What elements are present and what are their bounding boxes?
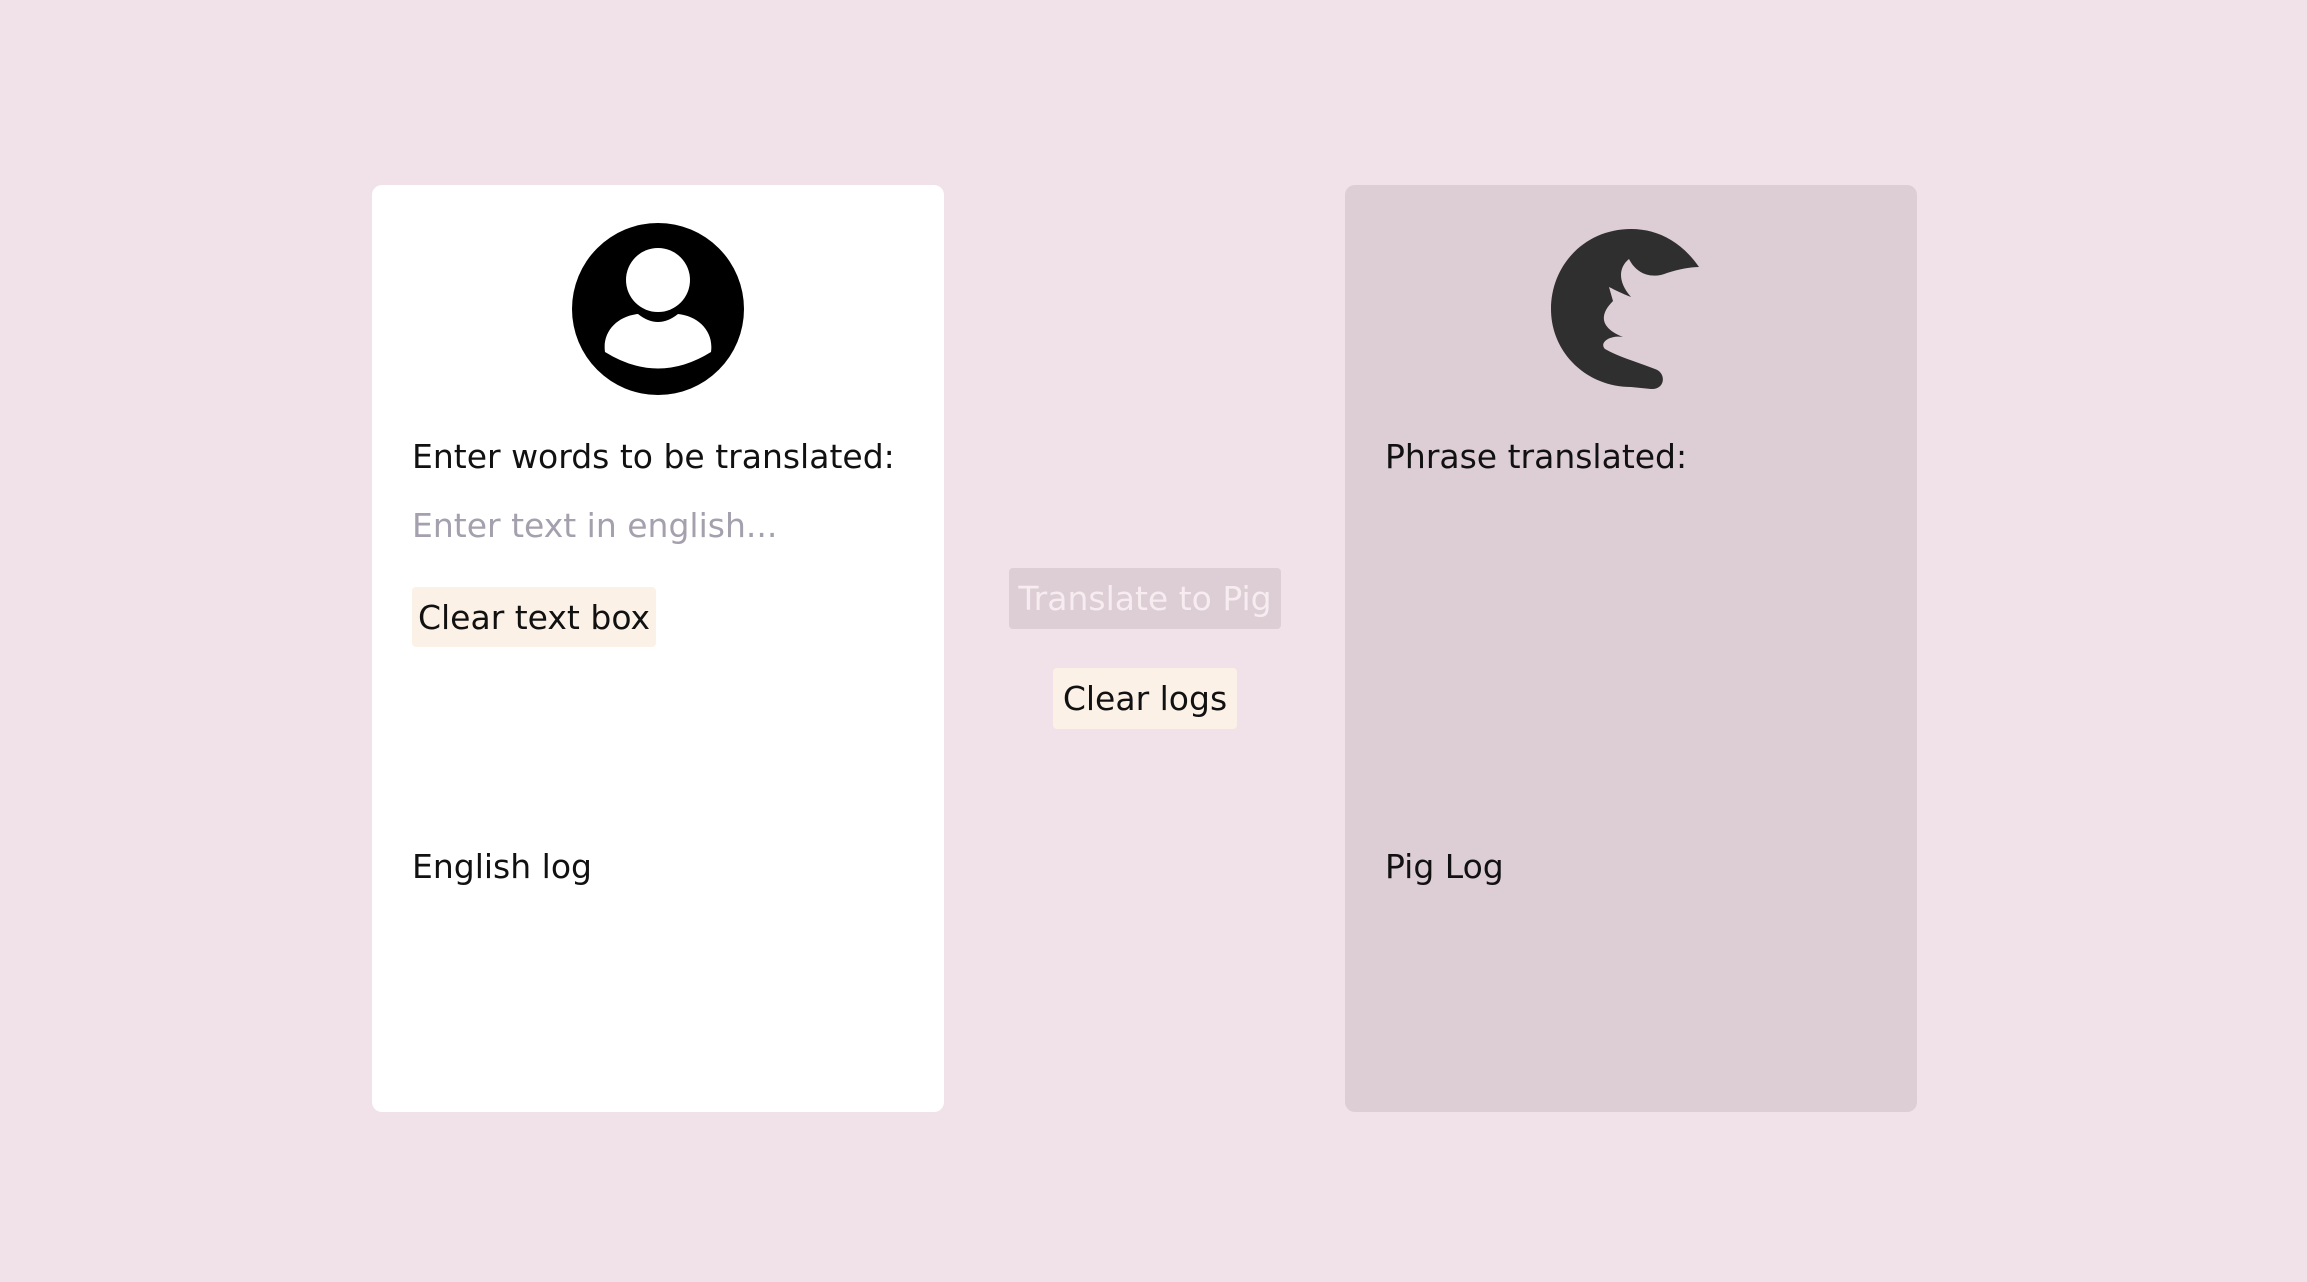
user-avatar-icon [572,223,744,395]
english-panel: Enter words to be translated: Clear text… [372,185,944,1112]
english-text-input[interactable] [412,501,902,549]
pig-head-icon [1545,223,1717,395]
pig-log-label: Pig Log [1385,847,1504,886]
phrase-translated-label: Phrase translated: [1385,437,1688,476]
clear-logs-button[interactable]: Clear logs [1053,668,1237,729]
english-log-label: English log [412,847,592,886]
pig-panel: Phrase translated: Pig Log [1345,185,1917,1112]
clear-text-box-button[interactable]: Clear text box [412,587,656,647]
translate-to-pig-button[interactable]: Translate to Pig [1009,568,1281,629]
input-prompt-label: Enter words to be translated: [412,437,895,476]
